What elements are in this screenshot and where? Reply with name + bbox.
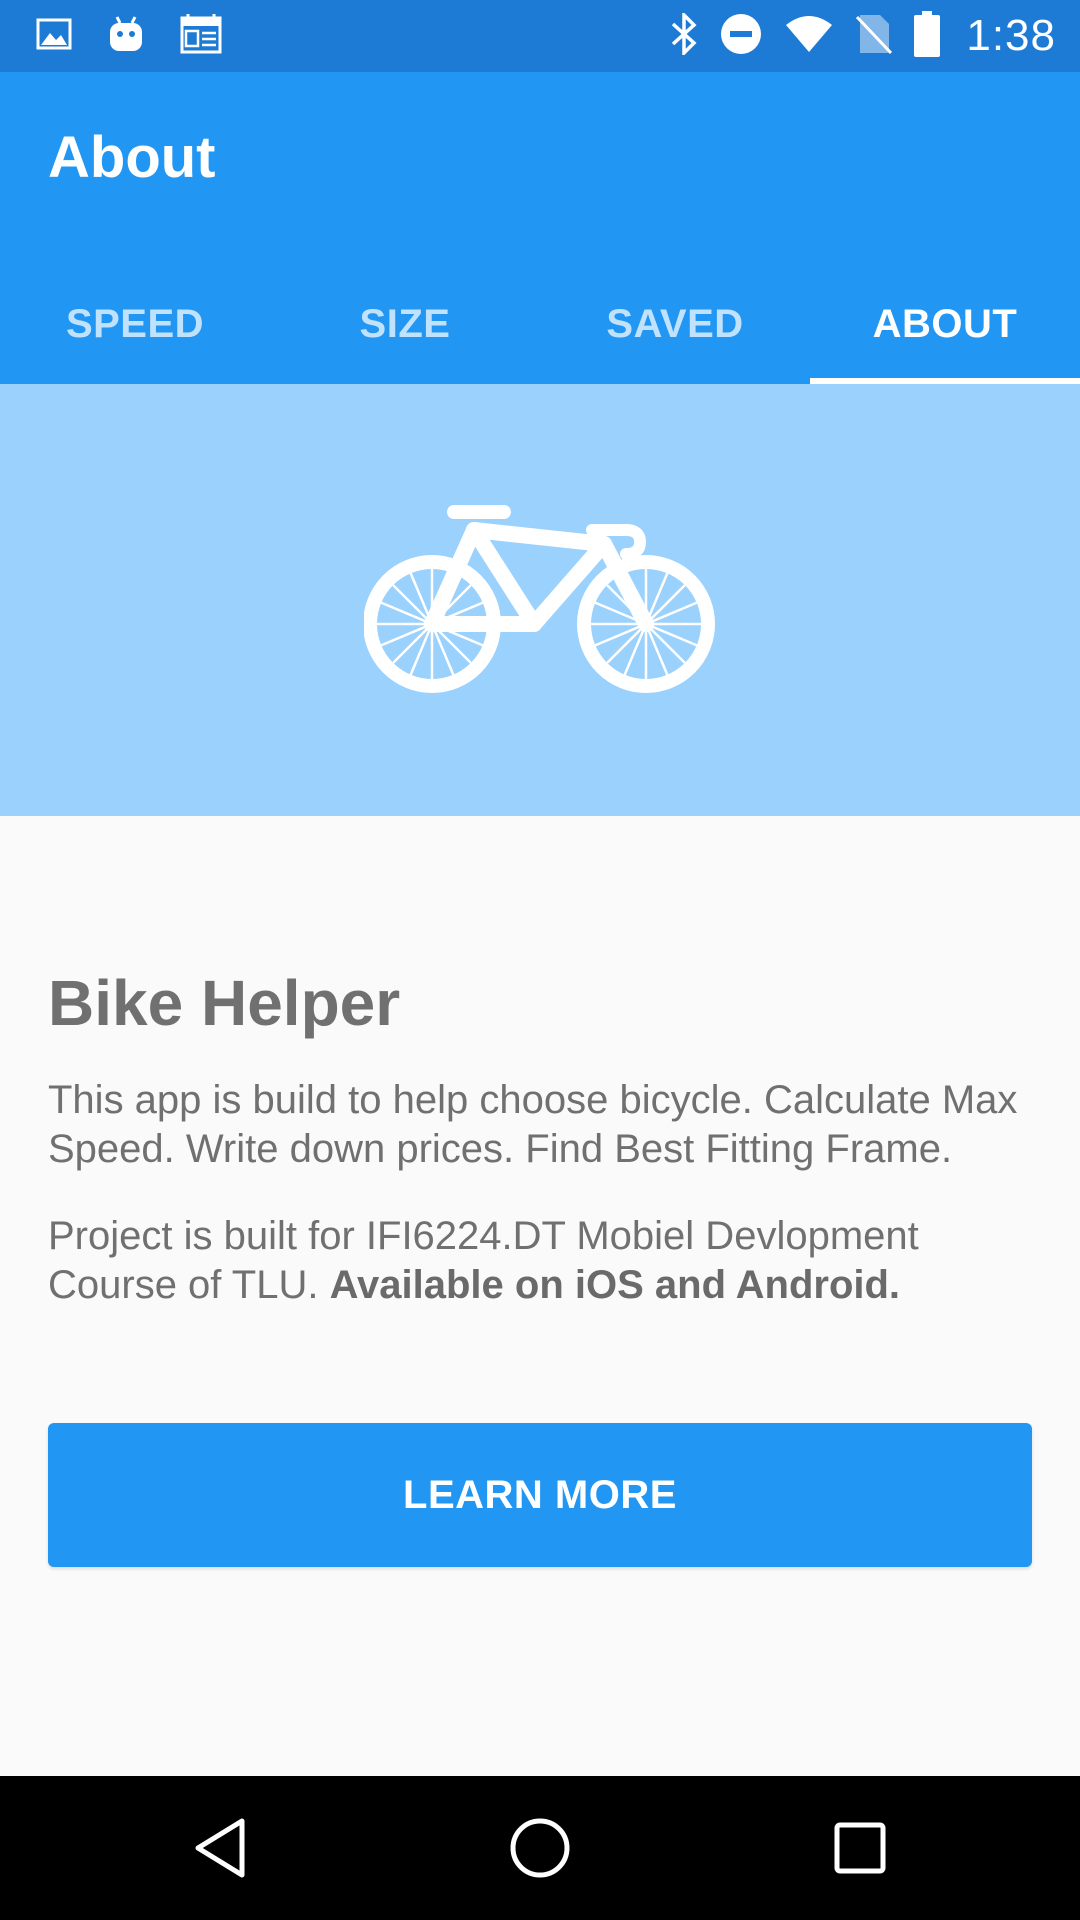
learn-more-button[interactable]: LEARN MORE bbox=[48, 1423, 1032, 1567]
home-icon[interactable] bbox=[480, 1788, 600, 1908]
about-content: Bike Helper This app is build to help ch… bbox=[48, 816, 1032, 1310]
hero-banner bbox=[0, 384, 1080, 816]
tab-saved[interactable]: SAVED bbox=[540, 264, 810, 384]
status-left-icons bbox=[36, 13, 258, 59]
app-description: This app is build to help choose bicycle… bbox=[48, 1078, 1018, 1171]
system-nav-bar bbox=[0, 1776, 1080, 1920]
tab-speed[interactable]: SPEED bbox=[0, 264, 270, 384]
status-time: 1:38 bbox=[966, 11, 1056, 60]
battery-icon bbox=[914, 10, 941, 62]
status-bar: 1:38 bbox=[0, 0, 1080, 72]
back-icon[interactable] bbox=[160, 1788, 280, 1908]
tab-size[interactable]: SIZE bbox=[270, 264, 540, 384]
no-sim-icon bbox=[856, 13, 893, 60]
wifi-icon bbox=[784, 15, 834, 58]
android-icon bbox=[108, 15, 144, 58]
tab-bar: SPEED SIZE SAVED ABOUT bbox=[0, 264, 1080, 384]
recents-icon[interactable] bbox=[800, 1788, 920, 1908]
page-title: About bbox=[48, 125, 216, 190]
availability-text: Available on iOS and Android. bbox=[329, 1263, 901, 1307]
bicycle-icon bbox=[363, 500, 716, 701]
status-right-icons: 1:38 bbox=[648, 10, 1056, 62]
do-not-disturb-icon bbox=[720, 13, 762, 60]
app-header: About SPEED SIZE SAVED ABOUT bbox=[0, 72, 1080, 384]
image-icon bbox=[36, 18, 72, 55]
calendar-icon bbox=[180, 13, 222, 59]
tab-about[interactable]: ABOUT bbox=[810, 264, 1080, 384]
project-info: Project is built for IFI6224.DT Mobiel D… bbox=[48, 1212, 1032, 1310]
app-name-heading: Bike Helper bbox=[48, 967, 401, 1039]
bluetooth-icon bbox=[670, 10, 698, 60]
